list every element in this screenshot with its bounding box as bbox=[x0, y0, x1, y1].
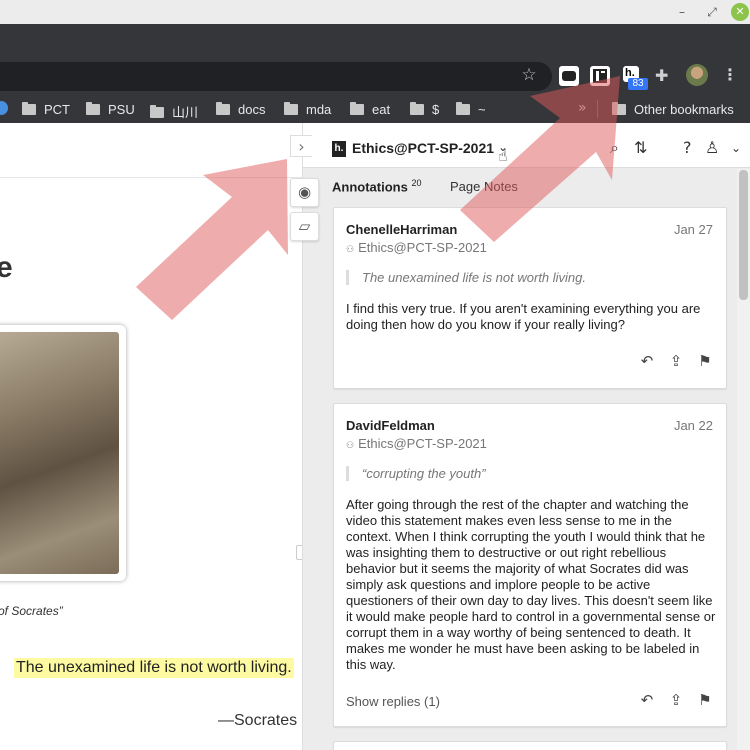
annotation-author[interactable]: ChenelleHarriman bbox=[346, 222, 457, 237]
window-titlebar bbox=[0, 0, 750, 24]
bookmark-folder-mda[interactable]: mda bbox=[284, 102, 331, 118]
user-menu-icon[interactable]: ♙ bbox=[705, 138, 719, 157]
search-icon[interactable]: ⌕ bbox=[610, 138, 619, 158]
annotation-actions: ↶ ⇪ ⚑ bbox=[627, 352, 714, 370]
flag-icon[interactable]: ⚑ bbox=[696, 691, 714, 709]
browser-menu-icon[interactable]: ⋮ bbox=[722, 65, 738, 84]
extensions-puzzle-icon[interactable]: ✚ bbox=[655, 66, 668, 85]
folder-icon bbox=[456, 102, 470, 115]
group-icon: ⚇ bbox=[346, 244, 355, 254]
socrates-painting bbox=[0, 325, 126, 581]
folder-icon bbox=[284, 102, 298, 115]
hypothesis-badge: 83 bbox=[628, 78, 648, 90]
sort-icon[interactable]: ⇅ bbox=[634, 138, 647, 157]
bookmark-folder-pct[interactable]: PCT bbox=[22, 102, 70, 118]
bookmark-folder-eat[interactable]: eat bbox=[350, 102, 390, 118]
folder-icon bbox=[86, 102, 100, 115]
hypothesis-logo-icon: h. bbox=[332, 141, 346, 157]
page-content: e of Socrates” The unexamined life is no… bbox=[0, 123, 302, 750]
profile-avatar[interactable] bbox=[686, 64, 708, 86]
bookmarks-overflow-icon[interactable]: » bbox=[578, 100, 587, 116]
page-title: e bbox=[0, 251, 13, 284]
folder-icon bbox=[410, 102, 424, 115]
sidebar-collapse-icon[interactable]: › bbox=[290, 135, 312, 157]
maximize-icon[interactable]: ⤢ bbox=[704, 4, 720, 20]
address-bar[interactable] bbox=[0, 62, 552, 91]
annotations-count: 20 bbox=[411, 178, 422, 188]
annotation-group[interactable]: ⚇ Ethics@PCT-SP-2021 bbox=[346, 240, 487, 255]
extension-mask-icon[interactable] bbox=[559, 66, 579, 86]
other-bookmarks[interactable]: Other bookmarks bbox=[612, 102, 734, 118]
painting-image bbox=[0, 332, 119, 574]
new-page-note-icon[interactable]: ▱ bbox=[290, 212, 319, 241]
annotation-quote: The unexamined life is not worth living. bbox=[346, 270, 714, 285]
bookmark-star-icon[interactable]: ☆ bbox=[518, 64, 540, 86]
group-icon: ⚇ bbox=[346, 440, 355, 450]
annotation-actions: ↶ ⇪ ⚑ bbox=[627, 691, 714, 709]
annotation-card[interactable]: DavidFeldman Jan 22 ⚇ Ethics@PCT-SP-2021 … bbox=[333, 403, 727, 727]
bookmark-folder-psu[interactable]: PSU bbox=[86, 102, 135, 118]
close-window-icon[interactable]: ✕ bbox=[731, 3, 749, 21]
annotation-card-partial[interactable] bbox=[333, 741, 727, 750]
hand-cursor-icon: ☝ bbox=[498, 146, 508, 165]
reply-icon[interactable]: ↶ bbox=[638, 352, 656, 370]
bookmarks-bar: PCT PSU 山川 docs mda eat $ ~ Other bookma… bbox=[0, 95, 750, 123]
extension-reader-icon[interactable] bbox=[590, 66, 610, 86]
folder-icon bbox=[350, 102, 364, 115]
bookmarks-divider bbox=[597, 100, 598, 118]
show-replies-button[interactable]: Show replies (1) bbox=[346, 694, 440, 709]
reply-icon[interactable]: ↶ bbox=[638, 691, 656, 709]
tab-annotations[interactable]: Annotations 20 bbox=[332, 178, 421, 194]
folder-icon bbox=[612, 102, 626, 115]
annotation-author[interactable]: DavidFeldman bbox=[346, 418, 435, 433]
minimize-icon[interactable]: – bbox=[674, 4, 690, 20]
page-divider bbox=[0, 177, 302, 178]
bookmark-folder-yamakawa[interactable]: 山川 bbox=[150, 102, 198, 120]
image-caption: of Socrates” bbox=[0, 604, 63, 618]
tab-page-notes[interactable]: Page Notes bbox=[450, 179, 518, 194]
tab-strip bbox=[0, 24, 750, 57]
annotation-card[interactable]: ChenelleHarriman Jan 27 ⚇ Ethics@PCT-SP-2… bbox=[333, 207, 727, 389]
flag-icon[interactable]: ⚑ bbox=[696, 352, 714, 370]
annotation-body: After going through the rest of the chap… bbox=[346, 497, 716, 672]
annotation-date[interactable]: Jan 27 bbox=[674, 222, 713, 237]
annotation-group[interactable]: ⚇ Ethics@PCT-SP-2021 bbox=[346, 436, 487, 451]
folder-icon bbox=[22, 102, 36, 115]
folder-icon bbox=[216, 102, 230, 115]
quote-attribution: —Socrates bbox=[218, 712, 298, 729]
show-highlights-eye-icon[interactable]: ◉ bbox=[290, 178, 319, 207]
user-menu-chevron-icon[interactable]: ⌄ bbox=[731, 141, 741, 155]
folder-icon bbox=[150, 105, 164, 118]
highlighted-quote[interactable]: The unexamined life is not worth living. bbox=[14, 658, 294, 678]
annotation-date[interactable]: Jan 22 bbox=[674, 418, 713, 433]
help-icon[interactable]: ? bbox=[683, 138, 692, 157]
bookmark-folder-dollar[interactable]: $ bbox=[410, 102, 439, 118]
bookmark-folder-docs[interactable]: docs bbox=[216, 102, 265, 118]
group-selector[interactable]: Ethics@PCT-SP-2021 bbox=[352, 140, 494, 156]
annotation-quote: “corrupting the youth” bbox=[346, 466, 714, 481]
share-icon[interactable]: ⇪ bbox=[667, 691, 685, 709]
sidebar-scroll-thumb[interactable] bbox=[739, 170, 748, 300]
bookmark-folder-tilde[interactable]: ~ bbox=[456, 102, 486, 118]
share-icon[interactable]: ⇪ bbox=[667, 352, 685, 370]
annotation-body: I find this very true. If you aren't exa… bbox=[346, 301, 701, 332]
